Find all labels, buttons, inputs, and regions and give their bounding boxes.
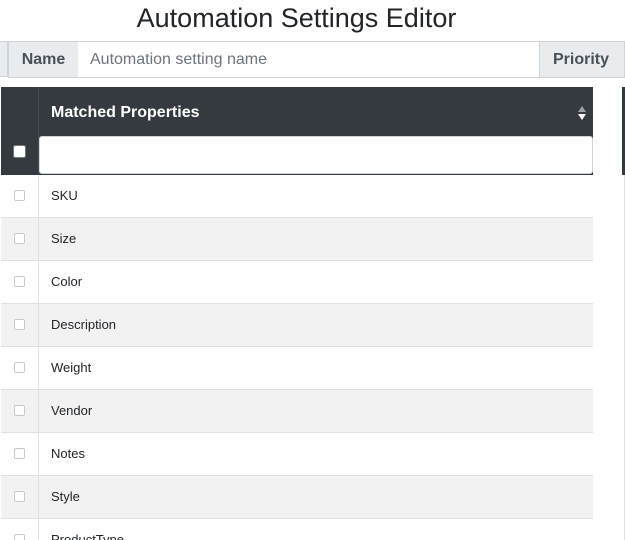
cell-divider — [38, 433, 39, 476]
matched-properties-filter-input[interactable] — [39, 136, 593, 174]
row-checkbox[interactable] — [14, 233, 25, 244]
name-input-group: Name Priority — [0, 41, 625, 78]
cell-divider — [38, 476, 39, 519]
property-label: Vendor — [51, 403, 93, 418]
sort-arrows-icon[interactable] — [577, 104, 587, 122]
cell-divider — [38, 218, 39, 261]
row-checkbox[interactable] — [14, 405, 25, 416]
input-group-edge — [0, 41, 8, 77]
property-label: Weight — [51, 360, 92, 375]
cell-divider — [38, 519, 39, 540]
page: Automation Settings Editor Name Priority… — [0, 0, 625, 540]
cell-divider — [38, 390, 39, 433]
property-label: Notes — [51, 446, 85, 461]
table-row[interactable]: Notes — [1, 433, 593, 476]
cell-divider — [38, 261, 39, 304]
page-title: Automation Settings Editor — [136, 3, 457, 33]
row-checkbox[interactable] — [14, 190, 25, 201]
grid-header: Matched Properties — [1, 87, 593, 175]
row-checkbox[interactable] — [14, 362, 25, 373]
table-row[interactable]: Vendor — [1, 390, 593, 433]
property-label: Description — [51, 317, 117, 332]
row-checkbox[interactable] — [14, 276, 25, 287]
table-row[interactable]: Color — [1, 261, 593, 304]
table-row[interactable]: Size — [1, 218, 593, 261]
table-row[interactable]: Weight — [1, 347, 593, 390]
property-label: ProductType — [51, 532, 124, 540]
table-row[interactable]: Style — [1, 476, 593, 519]
row-checkbox[interactable] — [14, 319, 25, 330]
property-label: Style — [51, 489, 80, 504]
table-row[interactable]: SKU — [1, 175, 593, 218]
table-row[interactable]: ProductType — [1, 519, 593, 540]
row-checkbox[interactable] — [14, 491, 25, 502]
grid-rows: SKU Size Color Description Weight Vendor… — [1, 175, 593, 540]
cell-divider — [38, 304, 39, 347]
priority-label: Priority — [539, 41, 625, 78]
property-label: Color — [51, 274, 83, 289]
name-label: Name — [8, 41, 79, 78]
matched-properties-grid: Matched Properties SKU Size Color Descri… — [1, 87, 593, 540]
cell-divider — [38, 347, 39, 390]
matched-properties-header[interactable]: Matched Properties — [51, 101, 199, 125]
property-label: SKU — [51, 188, 78, 203]
select-all-checkbox[interactable] — [13, 145, 26, 158]
table-row[interactable]: Description — [1, 304, 593, 347]
row-checkbox[interactable] — [14, 534, 25, 540]
property-label: Size — [51, 231, 77, 246]
automation-name-input[interactable] — [78, 41, 540, 78]
cell-divider — [38, 175, 39, 218]
row-checkbox[interactable] — [14, 448, 25, 459]
